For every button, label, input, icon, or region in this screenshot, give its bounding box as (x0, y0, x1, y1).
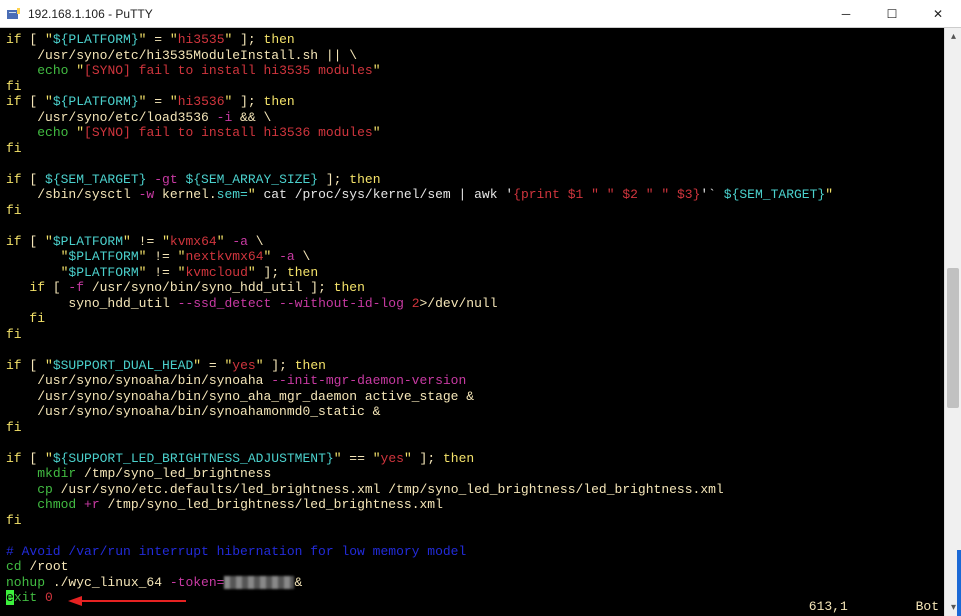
vim-status-line: 613,1 Bot (809, 599, 939, 614)
cursor-position: 613,1 (809, 599, 848, 614)
cursor: e (6, 590, 14, 605)
window-title: 192.168.1.106 - PuTTY (28, 7, 823, 21)
maximize-button[interactable]: ☐ (869, 0, 915, 28)
comment-line: # Avoid /var/run interrupt hibernation f… (6, 544, 466, 559)
redacted-token (224, 576, 294, 589)
window-titlebar: 192.168.1.106 - PuTTY ─ ☐ ✕ (0, 0, 961, 28)
scroll-up-arrow-icon[interactable]: ▴ (945, 28, 961, 45)
vertical-scrollbar[interactable]: ▴ ▾ (944, 28, 961, 616)
kw-if: if (6, 32, 22, 47)
close-button[interactable]: ✕ (915, 0, 961, 28)
terminal-container: if [ "${PLATFORM}" = "hi3535" ]; then /u… (0, 28, 961, 616)
scroll-indicator: Bot (916, 599, 939, 614)
scroll-thumb[interactable] (947, 268, 959, 408)
window-accent (957, 550, 961, 616)
minimize-button[interactable]: ─ (823, 0, 869, 28)
putty-icon (6, 6, 22, 22)
terminal-output[interactable]: if [ "${PLATFORM}" = "hi3535" ]; then /u… (0, 28, 944, 616)
